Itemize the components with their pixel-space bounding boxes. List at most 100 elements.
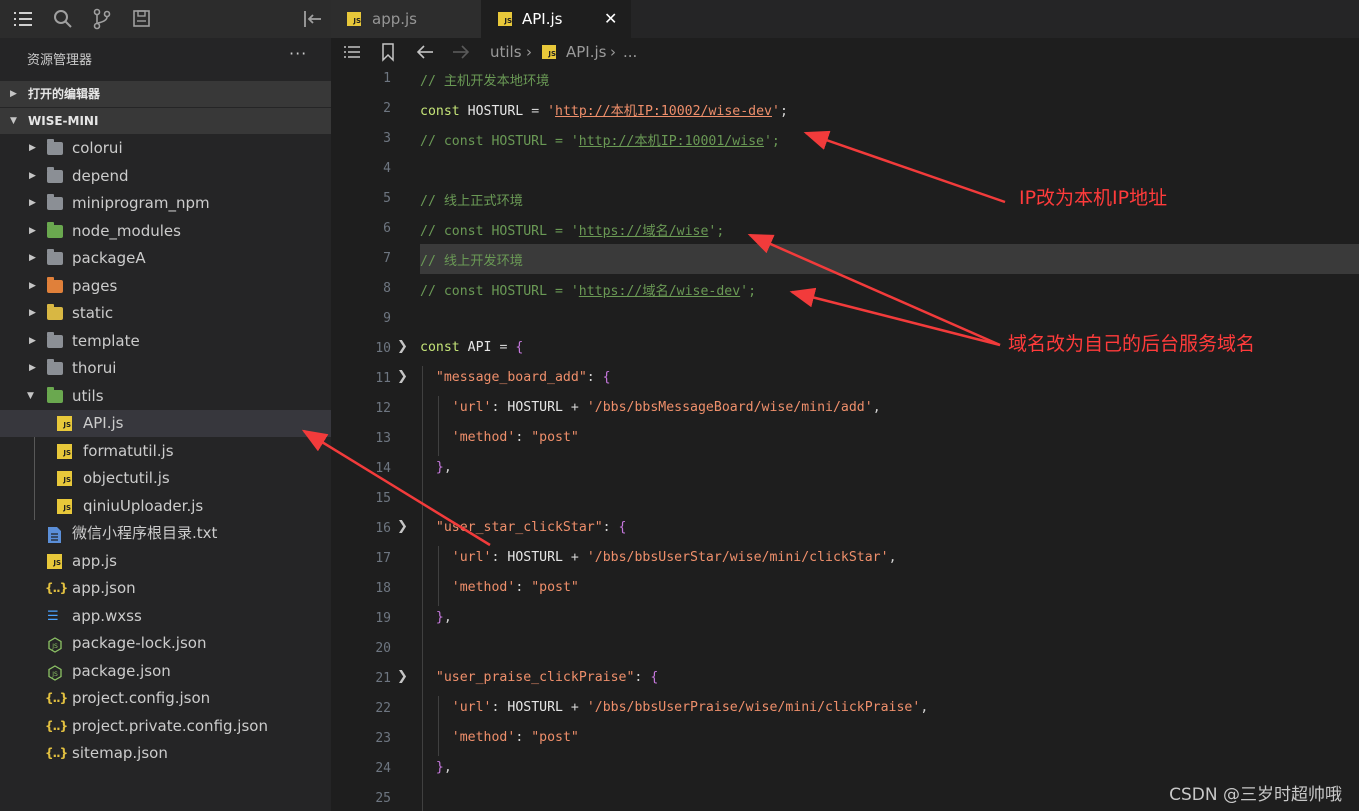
tree-item-colorui[interactable]: ▶ colorui: [0, 135, 331, 162]
chevron-right-icon: ▶: [29, 198, 36, 208]
tab-bar: JS app.js JS API.js ✕: [331, 0, 1359, 38]
tree-item-pages[interactable]: ▶ pages: [0, 273, 331, 300]
chevron-down-icon: ▼: [27, 391, 34, 401]
code-line-12[interactable]: 'url': HOSTURL + '/bbs/bbsMessageBoard/w…: [420, 400, 881, 415]
search-icon[interactable]: [52, 7, 76, 31]
code-line-19[interactable]: },: [420, 610, 452, 625]
line-number: 19: [375, 611, 391, 626]
code-line-16[interactable]: "user_star_clickStar": {: [420, 520, 627, 535]
js-file-icon: JS: [57, 416, 72, 431]
code-line-21[interactable]: "user_praise_clickPraise": {: [420, 670, 658, 685]
tree-item-project-private-config-json[interactable]: {..} project.private.config.json: [0, 713, 331, 740]
line-number: 9: [383, 311, 391, 326]
tree-item-qiniuuploader-js[interactable]: JS qiniuUploader.js: [0, 493, 331, 520]
tree-item-label: colorui: [72, 139, 123, 157]
json-file-icon: {..}: [45, 746, 68, 760]
code-line-3[interactable]: // const HOSTURL = 'http://本机IP:10001/wi…: [420, 130, 780, 149]
code-line-24[interactable]: },: [420, 760, 452, 775]
code-line-8[interactable]: // const HOSTURL = 'https://域名/wise-dev'…: [420, 280, 756, 299]
breadcrumb-file[interactable]: API.js: [566, 38, 606, 66]
tree-item-project-config-json[interactable]: {..} project.config.json: [0, 685, 331, 712]
line-number: 1: [383, 71, 391, 86]
tab-app-js[interactable]: JS app.js: [331, 0, 481, 38]
open-editors-section[interactable]: ▶ 打开的编辑器: [0, 81, 331, 107]
more-actions-button[interactable]: ···: [289, 44, 307, 63]
line-number: 7: [383, 251, 391, 266]
fold-chevron-icon[interactable]: ❯: [397, 669, 408, 684]
code-line-11[interactable]: "message_board_add": {: [420, 370, 611, 385]
line-number: 12: [375, 401, 391, 416]
tree-item-app-js[interactable]: JS app.js: [0, 548, 331, 575]
tree-item-label: objectutil.js: [83, 469, 170, 487]
explorer-icon[interactable]: [12, 7, 36, 31]
line-number: 14: [375, 461, 391, 476]
code-line-7[interactable]: // 线上开发环境: [420, 250, 523, 269]
code-line-22[interactable]: 'url': HOSTURL + '/bbs/bbsUserPraise/wis…: [420, 700, 929, 715]
js-file-icon: JS: [57, 499, 72, 514]
tree-item-readme-txt[interactable]: 微信小程序根目录.txt: [0, 520, 331, 547]
breadcrumb-folder[interactable]: utils: [490, 38, 522, 66]
tree-item-packagea[interactable]: ▶ packageA: [0, 245, 331, 272]
tree-item-thorui[interactable]: ▶ thorui: [0, 355, 331, 382]
open-editors-label: 打开的编辑器: [28, 87, 101, 101]
fold-chevron-icon[interactable]: ❯: [397, 369, 408, 384]
fold-chevron-icon[interactable]: ❯: [397, 519, 408, 534]
tab-api-js[interactable]: JS API.js ✕: [481, 0, 631, 38]
line-number: 17: [375, 551, 391, 566]
folder-icon: [47, 139, 63, 155]
tree-item-static[interactable]: ▶ static: [0, 300, 331, 327]
tree-item-template[interactable]: ▶ template: [0, 328, 331, 355]
breadcrumb-more[interactable]: ...: [623, 38, 637, 66]
tree-item-label: formatutil.js: [83, 442, 174, 460]
list-icon[interactable]: [342, 38, 362, 75]
tree-item-label: app.json: [72, 579, 136, 597]
tree-item-label: API.js: [83, 414, 124, 432]
editor: JS app.js JS API.js ✕ utils › JS API.js …: [331, 0, 1359, 811]
outline-icon[interactable]: [131, 7, 155, 31]
tree-item-app-json[interactable]: {..} app.json: [0, 575, 331, 602]
tree-item-label: package-lock.json: [72, 634, 207, 652]
tree-item-package-lock-json[interactable]: JS package-lock.json: [0, 630, 331, 657]
line-number: 25: [375, 791, 391, 806]
tree-item-label: sitemap.json: [72, 744, 168, 762]
bookmark-icon[interactable]: [380, 38, 396, 75]
close-icon[interactable]: ✕: [604, 0, 617, 38]
tree-item-label: project.config.json: [72, 689, 211, 707]
js-file-icon: JS: [542, 45, 556, 59]
tree-item-objectutil-js[interactable]: JS objectutil.js: [0, 465, 331, 492]
tree-item-utils[interactable]: ▼ utils: [0, 383, 331, 410]
tree-item-package-json[interactable]: JS package.json: [0, 658, 331, 685]
code-line-5[interactable]: // 线上正式环境: [420, 190, 523, 209]
tree-item-label: pages: [72, 277, 118, 295]
code-line-2[interactable]: const HOSTURL = 'http://本机IP:10002/wise-…: [420, 100, 788, 119]
tree-item-formatutil-js[interactable]: JS formatutil.js: [0, 438, 331, 465]
code-line-6[interactable]: // const HOSTURL = 'https://域名/wise';: [420, 220, 724, 239]
collapse-icon[interactable]: [302, 7, 326, 31]
project-section[interactable]: ▼ WISE-MINI: [0, 108, 331, 134]
code-line-17[interactable]: 'url': HOSTURL + '/bbs/bbsUserStar/wise/…: [420, 550, 897, 565]
tab-label: app.js: [372, 10, 417, 28]
tree-item-depend[interactable]: ▶ depend: [0, 163, 331, 190]
tree-item-sitemap-json[interactable]: {..} sitemap.json: [0, 740, 331, 767]
utils-folder-icon: [47, 387, 63, 403]
chevron-right-icon: ▶: [29, 143, 36, 153]
node-folder-icon: [47, 222, 63, 238]
static-folder-icon: [47, 304, 63, 320]
current-line-highlight: [420, 244, 1359, 274]
fold-chevron-icon[interactable]: ❯: [397, 339, 408, 354]
tree-item-label: static: [72, 304, 114, 322]
tree-item-label: utils: [72, 387, 104, 405]
source-control-icon[interactable]: [91, 7, 115, 31]
tree-item-api-js[interactable]: JS API.js: [0, 410, 331, 437]
code-line-18[interactable]: 'method': "post": [420, 580, 579, 595]
tree-item-app-wxss[interactable]: ☰ app.wxss: [0, 603, 331, 630]
code-line-23[interactable]: 'method': "post": [420, 730, 579, 745]
js-file-icon: JS: [347, 12, 361, 26]
tree-item-node-modules[interactable]: ▶ node_modules: [0, 218, 331, 245]
code-line-14[interactable]: },: [420, 460, 452, 475]
code-line-13[interactable]: 'method': "post": [420, 430, 579, 445]
tree-item-label: template: [72, 332, 140, 350]
code-line-1[interactable]: // 主机开发本地环境: [420, 70, 549, 89]
code-line-10[interactable]: const API = {: [420, 340, 523, 355]
tree-item-miniprogram-npm[interactable]: ▶ miniprogram_npm: [0, 190, 331, 217]
